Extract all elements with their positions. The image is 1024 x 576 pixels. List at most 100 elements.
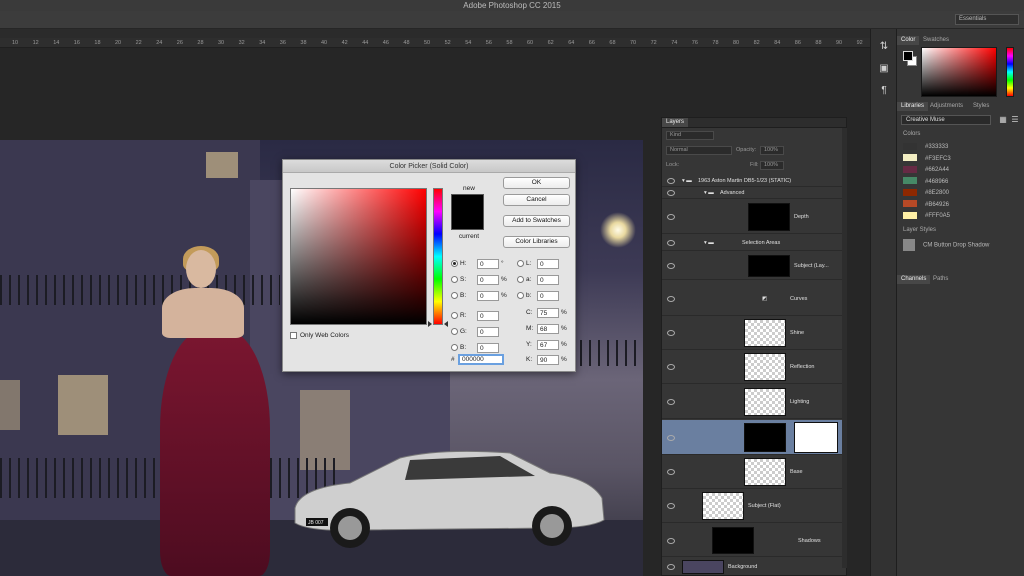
lab-l-input[interactable]: 0 <box>537 259 559 269</box>
layer-row[interactable]: ◩ Curves <box>662 281 846 316</box>
red-radio[interactable] <box>451 311 458 319</box>
visibility-eye-icon[interactable] <box>667 295 675 302</box>
workspace-select[interactable]: Essentials <box>955 14 1019 25</box>
layer-row[interactable]: Depth <box>662 200 846 234</box>
blend-mode-select[interactable]: Normal <box>666 146 732 155</box>
visibility-eye-icon[interactable] <box>667 503 675 509</box>
layer-row[interactable]: Lighting <box>662 385 846 419</box>
visibility-eye-icon[interactable] <box>667 469 675 475</box>
tab-libraries[interactable]: Libraries <box>897 102 929 111</box>
tab-channels[interactable]: Channels <box>897 275 931 284</box>
folder-icon[interactable]: ▾ ▬ <box>704 189 714 197</box>
layer-thumbnail[interactable] <box>682 560 724 574</box>
library-color-item[interactable]: #468966 <box>903 177 948 187</box>
layer-thumbnail[interactable] <box>744 423 786 452</box>
layer-row[interactable]: Shine <box>662 316 846 350</box>
blue-input[interactable]: 0 <box>477 343 499 353</box>
ok-button[interactable]: OK <box>503 177 570 189</box>
checkbox-box[interactable] <box>290 332 297 339</box>
visibility-eye-icon[interactable] <box>667 263 675 269</box>
history-panel-icon[interactable]: ⇅ <box>878 41 890 53</box>
layer-row[interactable]: Subject (Flat) <box>662 489 846 523</box>
color-hue-bar[interactable] <box>1006 47 1014 97</box>
lab-b-input[interactable]: 0 <box>537 291 559 301</box>
layer-style-item[interactable]: CM Button Drop Shadow <box>903 239 989 251</box>
brightness-radio[interactable] <box>451 291 458 299</box>
layer-mask-thumbnail[interactable] <box>748 203 790 231</box>
only-web-colors-checkbox[interactable]: Only Web Colors <box>290 332 349 339</box>
yellow-input[interactable]: 67 <box>537 340 559 350</box>
folder-icon[interactable]: ▾ ▬ <box>682 177 692 185</box>
tab-paths[interactable]: Paths <box>929 275 952 284</box>
layer-thumbnail[interactable] <box>702 492 744 520</box>
foreground-color-swatch[interactable] <box>903 51 913 61</box>
layer-kind-filter[interactable]: Kind <box>666 131 714 140</box>
library-color-item[interactable]: #F3EFC3 <box>903 154 951 164</box>
hue-slider-right-arrow-icon[interactable] <box>444 321 448 327</box>
tab-color[interactable]: Color <box>897 36 920 45</box>
visibility-eye-icon[interactable] <box>667 434 675 441</box>
library-color-item[interactable]: #333333 <box>903 142 948 152</box>
lab-a-radio[interactable] <box>517 275 524 283</box>
lab-b-radio[interactable] <box>517 291 524 299</box>
saturation-brightness-field[interactable] <box>290 188 427 325</box>
hex-input[interactable]: 000000 <box>458 354 504 365</box>
library-select[interactable]: Creative Muse <box>901 115 991 125</box>
curves-adjustment-icon[interactable]: ◩ <box>762 295 767 303</box>
visibility-eye-icon[interactable] <box>667 399 675 405</box>
lab-a-input[interactable]: 0 <box>537 275 559 285</box>
paragraph-panel-icon[interactable]: ¶ <box>878 85 890 97</box>
layer-row[interactable]: ▾ ▬ 1963 Aston Martin DB5-1/23 (STATIC) <box>662 175 846 187</box>
library-color-item[interactable]: #662A44 <box>903 165 949 175</box>
add-to-swatches-button[interactable]: Add to Swatches <box>503 215 570 227</box>
color-libraries-button[interactable]: Color Libraries <box>503 236 570 248</box>
library-color-item[interactable]: #8E2800 <box>903 188 949 198</box>
tab-adjustments[interactable]: Adjustments <box>926 102 967 111</box>
green-radio[interactable] <box>451 327 458 335</box>
visibility-eye-icon[interactable] <box>667 178 675 184</box>
library-color-item[interactable]: #B64926 <box>903 200 949 210</box>
tab-swatches[interactable]: Swatches <box>919 36 953 45</box>
brightness-input[interactable]: 0 <box>477 291 499 301</box>
layer-row[interactable]: Subject (Lay... <box>662 252 846 280</box>
hue-radio[interactable] <box>451 259 458 267</box>
folder-icon[interactable]: ▾ ▬ <box>704 239 714 247</box>
layer-row[interactable]: ▾ ▬ Advanced <box>662 187 846 199</box>
layer-mask-thumbnail[interactable] <box>748 255 790 277</box>
visibility-eye-icon[interactable] <box>667 564 675 570</box>
hue-input[interactable]: 0 <box>477 259 499 269</box>
layer-thumbnail[interactable] <box>744 319 786 347</box>
layers-scrollbar[interactable] <box>842 128 847 568</box>
list-view-icon[interactable]: ☰ <box>1009 114 1021 126</box>
layer-row[interactable]: Base <box>662 455 846 489</box>
layer-thumbnail[interactable] <box>744 458 786 486</box>
tab-layers[interactable]: Layers <box>662 118 689 127</box>
layer-row[interactable]: Background <box>662 557 846 575</box>
visibility-eye-icon[interactable] <box>667 214 675 220</box>
layer-thumbnail[interactable] <box>744 353 786 381</box>
green-input[interactable]: 0 <box>477 327 499 337</box>
saturation-input[interactable]: 0 <box>477 275 499 285</box>
opacity-input[interactable]: 100% <box>760 146 784 155</box>
layer-thumbnail[interactable] <box>712 527 754 554</box>
hue-slider[interactable] <box>433 188 443 325</box>
layer-thumbnail[interactable] <box>744 388 786 416</box>
magenta-input[interactable]: 68 <box>537 324 559 334</box>
library-color-item[interactable]: #FFF0A5 <box>903 211 950 221</box>
fill-input[interactable]: 100% <box>760 161 784 170</box>
visibility-eye-icon[interactable] <box>667 364 675 370</box>
visibility-eye-icon[interactable] <box>667 239 675 246</box>
layer-row[interactable]: Shadows <box>662 524 846 557</box>
color-ramp[interactable] <box>921 47 997 97</box>
layer-row[interactable]: Reflection <box>662 350 846 384</box>
visibility-eye-icon[interactable] <box>667 537 675 544</box>
tab-styles[interactable]: Styles <box>969 102 993 111</box>
properties-panel-icon[interactable]: ▣ <box>878 63 890 75</box>
visibility-eye-icon[interactable] <box>667 190 675 196</box>
blue-radio[interactable] <box>451 343 458 351</box>
cyan-input[interactable]: 75 <box>537 308 559 318</box>
visibility-eye-icon[interactable] <box>667 330 675 336</box>
saturation-radio[interactable] <box>451 275 458 283</box>
lab-l-radio[interactable] <box>517 259 524 267</box>
layer-mask-thumbnail[interactable] <box>794 422 838 453</box>
